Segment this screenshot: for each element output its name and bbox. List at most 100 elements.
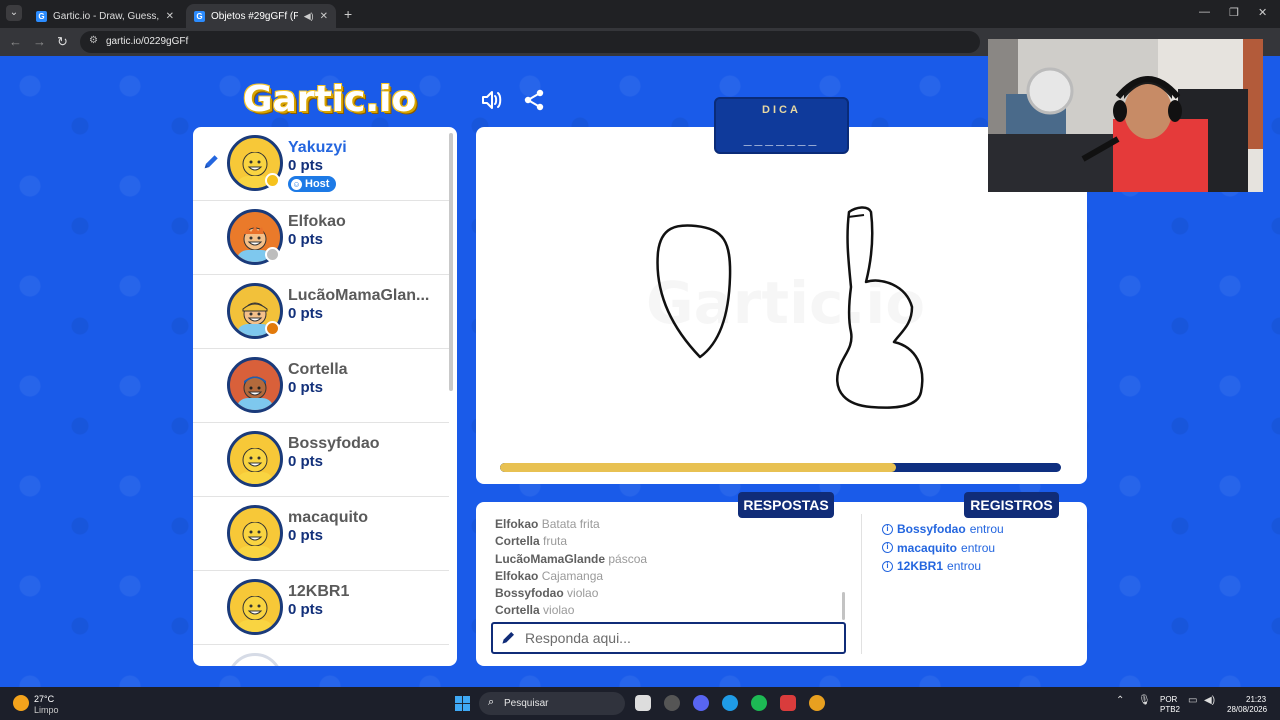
spotify-icon[interactable] bbox=[751, 695, 767, 711]
logs-list: i Bossyfodao entrou i macaquito entrou i 12KB… bbox=[882, 520, 1082, 576]
sound-icon[interactable] bbox=[480, 88, 504, 112]
player-points: 0 pts bbox=[288, 157, 324, 174]
info-icon: i bbox=[882, 523, 893, 535]
gartic-favicon-icon: G bbox=[194, 10, 205, 22]
player-row[interactable]: Elfokao 0 pts bbox=[193, 201, 449, 275]
chat-divider bbox=[861, 514, 862, 654]
answer-item: Cortella violao bbox=[495, 603, 575, 618]
url-field[interactable]: ⚙ gartic.io/0229gGFf bbox=[80, 31, 980, 53]
host-badge-label: Host bbox=[305, 178, 330, 190]
host-icon: ☺ bbox=[291, 178, 302, 190]
new-tab-button[interactable]: + bbox=[344, 6, 352, 22]
search-icon: ⌕ bbox=[488, 696, 495, 708]
minimize-icon[interactable]: — bbox=[1199, 6, 1210, 18]
tab-search-icon[interactable]: ⌄ bbox=[6, 5, 22, 21]
hint-box: DICA _______ bbox=[714, 97, 849, 154]
edge-icon[interactable] bbox=[722, 695, 738, 711]
players-panel: Yakuzyi 0 pts ☺ Host Elfokao 0 pts Lucão… bbox=[193, 127, 457, 666]
taskbar-search[interactable]: ⌕ Pesquisar bbox=[479, 692, 625, 715]
hint-word: _______ bbox=[743, 131, 820, 147]
answer-field[interactable] bbox=[491, 622, 846, 654]
logs-header: REGISTROS bbox=[964, 492, 1059, 518]
answer-item: LucãoMamaGlande páscoa bbox=[495, 551, 648, 566]
clock-date[interactable]: 28/08/2026 bbox=[1227, 705, 1267, 714]
gartic-logo[interactable]: Gartic.io bbox=[243, 82, 416, 118]
weather-icon[interactable] bbox=[13, 695, 29, 711]
site-info-icon[interactable]: ⚙ bbox=[89, 35, 98, 46]
discord-icon[interactable] bbox=[693, 695, 709, 711]
webcam-image bbox=[988, 39, 1263, 192]
browser-tab-bar: ⌄ G Gartic.io - Draw, Guess, WIN ✕ G Obj… bbox=[0, 0, 1280, 28]
close-window-icon[interactable]: ✕ bbox=[1258, 6, 1267, 19]
restore-icon[interactable]: ❐ bbox=[1229, 6, 1239, 19]
player-points: 0 pts bbox=[288, 231, 324, 248]
volume-icon[interactable]: ◀) bbox=[1204, 695, 1215, 706]
log-item: i Bossyfodao entrou bbox=[882, 520, 1082, 539]
hint-label: DICA bbox=[762, 104, 801, 116]
browser-tab-2[interactable]: G Objetos #29gGFf (Português) ◀) ✕ bbox=[186, 4, 336, 28]
avatar bbox=[227, 357, 283, 413]
answer-item: Cortella fruta bbox=[495, 534, 568, 549]
player-name: Cortella bbox=[288, 361, 348, 378]
player-name: Bossyfodao bbox=[288, 435, 380, 452]
tab-title: Objetos #29gGFf (Português) bbox=[211, 10, 298, 22]
chrome-icon[interactable] bbox=[809, 695, 825, 711]
weather-temp[interactable]: 27°C bbox=[34, 694, 54, 704]
forward-icon[interactable]: → bbox=[33, 34, 46, 49]
player-points: 0 pts bbox=[288, 527, 324, 544]
back-icon[interactable]: ← bbox=[9, 34, 22, 49]
avatar bbox=[227, 505, 283, 561]
pencil-icon bbox=[502, 632, 514, 644]
tray-chevron-icon[interactable]: ⌃ bbox=[1116, 695, 1124, 706]
clock-time[interactable]: 21:23 bbox=[1246, 695, 1266, 704]
answer-item: Elfokao Batata frita bbox=[495, 517, 600, 531]
chat-panel: RESPOSTAS REGISTROS Elfokao Batata frita… bbox=[476, 492, 1087, 666]
host-badge: ☺ Host bbox=[288, 176, 337, 192]
avatar bbox=[227, 579, 283, 635]
webcam-overlay bbox=[988, 39, 1263, 192]
answers-scrollbar[interactable] bbox=[842, 592, 845, 620]
player-row-partial[interactable] bbox=[193, 645, 449, 666]
weather-desc[interactable]: Limpo bbox=[34, 705, 59, 715]
player-row[interactable]: 12KBR1 0 pts bbox=[193, 571, 449, 645]
share-icon[interactable] bbox=[522, 88, 546, 112]
language-code[interactable]: POR bbox=[1160, 695, 1177, 704]
player-name: Yakuzyi bbox=[288, 139, 347, 156]
tab-close-icon[interactable]: ✕ bbox=[166, 11, 174, 22]
player-name: 12KBR1 bbox=[288, 583, 350, 600]
microphone-icon[interactable]: 🎙 bbox=[1138, 695, 1151, 706]
status-dot bbox=[265, 247, 280, 262]
player-name: Elfokao bbox=[288, 213, 346, 230]
reload-icon[interactable]: ↻ bbox=[57, 34, 68, 50]
url-text[interactable]: gartic.io/0229gGFf bbox=[106, 36, 188, 47]
player-name: LucãoMamaGlan... bbox=[288, 287, 430, 304]
answers-header: RESPOSTAS bbox=[738, 492, 834, 518]
answer-item: Elfokao Cajamanga bbox=[495, 568, 604, 583]
app-icon[interactable] bbox=[780, 695, 796, 711]
round-timer-bar bbox=[500, 463, 1061, 472]
windows-start-icon[interactable] bbox=[455, 696, 470, 711]
chatgpt-icon[interactable] bbox=[664, 695, 680, 711]
drawing-pencil-icon bbox=[204, 155, 218, 169]
player-row[interactable]: Cortella 0 pts bbox=[193, 349, 449, 423]
browser-tab-1[interactable]: G Gartic.io - Draw, Guess, WIN ✕ bbox=[28, 4, 182, 28]
avatar bbox=[227, 431, 283, 487]
tab-close-icon[interactable]: ✕ bbox=[320, 11, 328, 22]
display-icon[interactable]: ▭ bbox=[1188, 695, 1197, 706]
answers-list: Elfokao Batata frita Cortella fruta Lucã… bbox=[495, 516, 855, 622]
answer-item: Bossyfodao violao bbox=[495, 586, 599, 601]
player-row[interactable]: Yakuzyi 0 pts ☺ Host bbox=[193, 127, 449, 201]
player-points: 0 pts bbox=[288, 601, 324, 618]
player-row[interactable]: macaquito 0 pts bbox=[193, 497, 449, 571]
players-scrollbar[interactable] bbox=[449, 133, 453, 391]
player-row[interactable]: Bossyfodao 0 pts bbox=[193, 423, 449, 497]
tab-audio-icon[interactable]: ◀) bbox=[304, 11, 314, 22]
player-points: 0 pts bbox=[288, 453, 324, 470]
task-view-icon[interactable] bbox=[635, 695, 651, 711]
info-icon: i bbox=[882, 560, 893, 572]
info-icon: i bbox=[882, 542, 893, 554]
player-name: macaquito bbox=[288, 509, 369, 526]
answer-input[interactable] bbox=[525, 627, 835, 649]
player-row[interactable]: LucãoMamaGlan... 0 pts bbox=[193, 275, 449, 349]
keyboard-layout[interactable]: PTB2 bbox=[1160, 705, 1180, 714]
